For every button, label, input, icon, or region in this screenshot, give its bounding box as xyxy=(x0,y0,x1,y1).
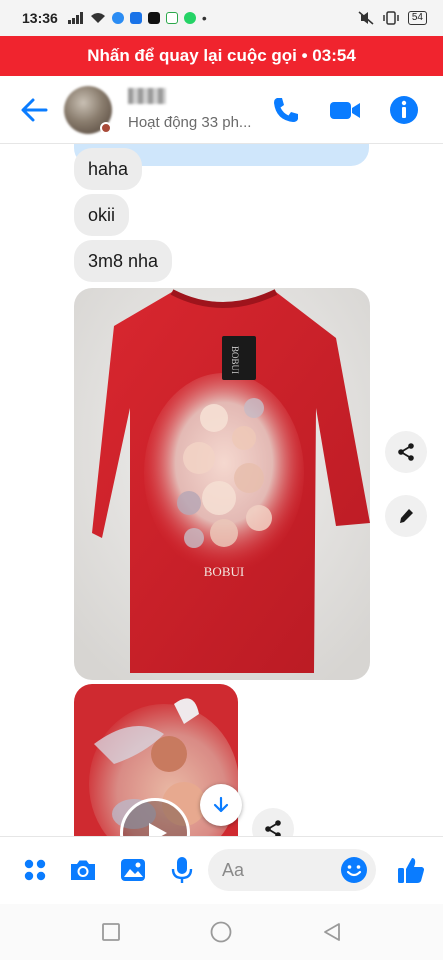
share-icon xyxy=(265,820,281,836)
tiktok-app-icon xyxy=(147,12,160,24)
emoji-icon[interactable] xyxy=(340,856,368,884)
tshirt-print-brand: BOBUI xyxy=(204,564,244,579)
avatar-badge xyxy=(100,122,112,134)
thumbs-up-icon[interactable] xyxy=(396,855,426,885)
gallery-icon[interactable] xyxy=(118,855,148,885)
microphone-icon[interactable] xyxy=(167,855,197,885)
message-bubble-okii[interactable]: okii xyxy=(74,194,130,236)
share-button[interactable] xyxy=(385,431,427,473)
share-button-2[interactable] xyxy=(252,808,294,836)
arrow-down-icon xyxy=(213,796,229,813)
vibrate-icon xyxy=(383,11,399,25)
grab-app-icon xyxy=(165,12,178,24)
conversation-header: Hoạt động 33 ph... xyxy=(0,76,443,144)
message-bubble-haha[interactable]: haha xyxy=(74,148,143,190)
scroll-to-bottom-button[interactable] xyxy=(200,784,242,826)
status-time: 13:36 xyxy=(22,10,58,26)
video-call-icon[interactable] xyxy=(328,94,362,126)
recents-square-icon[interactable] xyxy=(101,922,121,942)
tshirt-photo: BOBUI BOBUI xyxy=(74,288,370,680)
status-bar: 13:36 • 54 xyxy=(0,0,443,36)
back-arrow-icon[interactable] xyxy=(18,94,50,126)
messenger-app-icon xyxy=(111,12,124,24)
back-triangle-icon[interactable] xyxy=(322,922,342,942)
system-navigation-bar xyxy=(0,904,443,960)
battery-indicator: 54 xyxy=(407,11,427,25)
contact-active-status: Hoạt động 33 ph... xyxy=(128,114,252,131)
photo-message-tshirt[interactable]: BOBUI BOBUI xyxy=(74,288,370,680)
contact-name-blurred[interactable] xyxy=(128,88,166,104)
home-circle-icon[interactable] xyxy=(210,921,232,943)
chat-thread[interactable]: haha okii 3m8 nha BOBUI BOBUI xyxy=(0,144,443,836)
message-composer: Aa xyxy=(0,836,443,904)
phone-call-icon[interactable] xyxy=(270,94,302,126)
edit-button[interactable] xyxy=(385,495,427,537)
whatsapp-app-icon xyxy=(183,12,196,24)
return-to-call-banner[interactable]: Nhấn để quay lại cuộc gọi • 03:54 xyxy=(0,36,443,76)
apps-grid-icon[interactable] xyxy=(20,855,50,885)
signal-icon xyxy=(67,12,83,24)
more-notifications-icon: • xyxy=(201,10,207,26)
wifi-icon xyxy=(90,13,105,23)
call-banner-text: Nhấn để quay lại cuộc gọi • 03:54 xyxy=(87,46,356,65)
camera-icon[interactable] xyxy=(68,855,98,885)
play-icon xyxy=(149,823,167,836)
mute-icon xyxy=(358,11,374,25)
video-play-overlay[interactable] xyxy=(120,798,190,836)
svg-text:BOBUI: BOBUI xyxy=(230,346,240,374)
zalo-app-icon xyxy=(129,12,142,24)
share-icon xyxy=(398,443,414,461)
info-icon[interactable] xyxy=(388,94,420,126)
message-bubble-size[interactable]: 3m8 nha xyxy=(74,240,173,282)
pencil-icon xyxy=(400,509,413,523)
